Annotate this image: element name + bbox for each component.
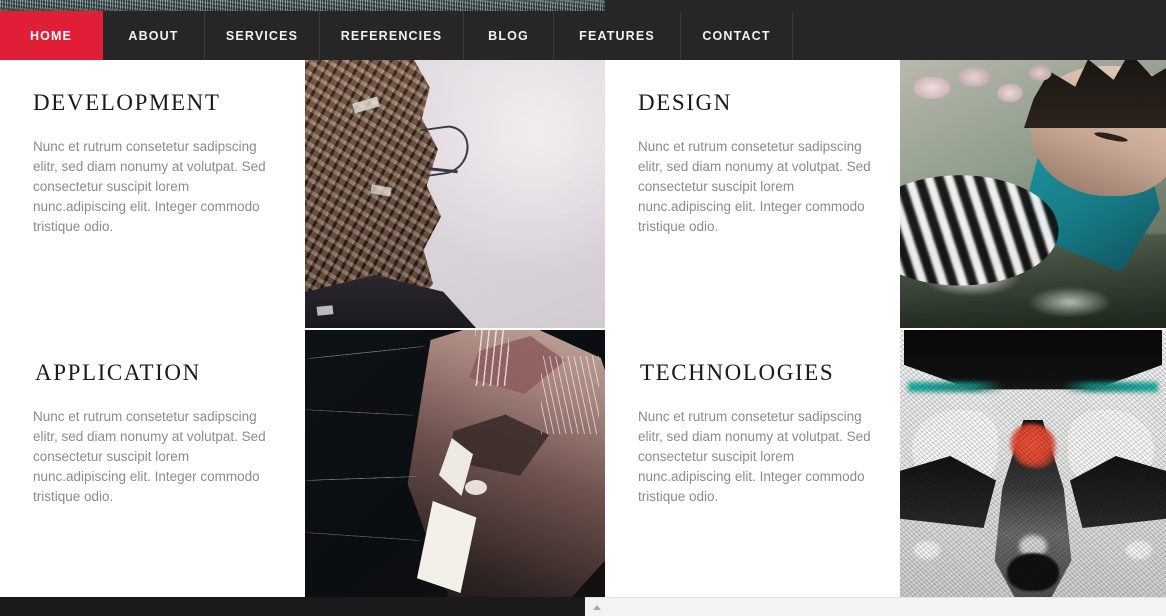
features-row-bottom: APPLICATION Nunc et rutrum consetetur sa… <box>0 330 1166 597</box>
photo-shape-sketch-line <box>307 345 425 360</box>
feature-image-design <box>900 60 1166 328</box>
photo-shape-glasses <box>419 123 473 177</box>
feature-image-development <box>305 60 605 328</box>
nav-label-home: HOME <box>29 28 73 43</box>
page-footer <box>0 597 585 616</box>
feature-title-design: DESIGN <box>638 90 732 115</box>
nav-item-referencies[interactable]: REFERENCIES <box>320 11 464 60</box>
feature-text-technologies: Nunc et rutrum consetetur sadipscing eli… <box>638 409 871 505</box>
feature-card-application: APPLICATION Nunc et rutrum consetetur sa… <box>0 330 305 597</box>
feature-text-development: Nunc et rutrum consetetur sadipscing eli… <box>33 139 266 235</box>
hero-image-sliver <box>0 0 605 11</box>
application-photo <box>305 330 605 597</box>
nav-label-features: FEATURES <box>579 28 655 43</box>
feature-text-application: Nunc et rutrum consetetur sadipscing eli… <box>33 409 266 505</box>
technologies-photo <box>900 330 1166 597</box>
photo-shape-blossoms <box>902 60 1052 122</box>
design-photo <box>900 60 1166 328</box>
photo-grain-overlay <box>900 330 1166 597</box>
nav-item-features[interactable]: FEATURES <box>554 11 681 60</box>
photo-shape-sketch-line <box>305 409 413 416</box>
feature-text-design: Nunc et rutrum consetetur sadipscing eli… <box>638 139 871 235</box>
nav-item-services[interactable]: SERVICES <box>205 11 320 60</box>
features-row-top: DEVELOPMENT Nunc et rutrum consetetur sa… <box>0 60 1166 328</box>
nav-label-contact: CONTACT <box>702 28 771 43</box>
feature-title-development: DEVELOPMENT <box>33 90 221 115</box>
horizontal-scrollbar[interactable] <box>585 597 1166 616</box>
feature-title-technologies: TECHNOLOGIES <box>640 360 835 385</box>
nav-label-services: SERVICES <box>225 28 299 43</box>
feature-image-technologies <box>900 330 1166 597</box>
feature-card-technologies: TECHNOLOGIES Nunc et rutrum consetetur s… <box>605 330 900 597</box>
page-root: HOME ABOUT SERVICES REFERENCIES BLOG FEA… <box>0 0 1166 616</box>
nav-empty-space <box>793 11 1166 60</box>
nav-item-contact[interactable]: CONTACT <box>681 11 793 60</box>
nav-item-home[interactable]: HOME <box>0 11 103 60</box>
nav-label-referencies: REFERENCIES <box>340 28 443 43</box>
nav-item-about[interactable]: ABOUT <box>103 11 205 60</box>
triangle-up-icon <box>593 605 601 610</box>
photo-shape-highlight <box>316 305 334 316</box>
photo-shape-sketch-line <box>305 476 417 481</box>
features-grid: DEVELOPMENT Nunc et rutrum consetetur sa… <box>0 60 1166 597</box>
feature-title-application: APPLICATION <box>35 360 201 385</box>
nav-label-about: ABOUT <box>128 28 179 43</box>
nav-label-blog: BLOG <box>488 28 529 43</box>
nav-item-blog[interactable]: BLOG <box>464 11 554 60</box>
photo-shape-sketch-line <box>305 531 421 542</box>
photo-shape-hatching <box>541 356 599 434</box>
main-navigation: HOME ABOUT SERVICES REFERENCIES BLOG FEA… <box>0 11 1166 60</box>
scroll-up-button[interactable] <box>585 598 609 616</box>
photo-shape-hatching <box>475 330 509 386</box>
feature-image-application <box>305 330 605 597</box>
development-photo <box>305 60 605 328</box>
photo-shape-nostril <box>465 480 487 495</box>
feature-card-design: DESIGN Nunc et rutrum consetetur sadipsc… <box>605 60 900 328</box>
hero-strip-filler <box>605 0 1166 11</box>
feature-card-development: DEVELOPMENT Nunc et rutrum consetetur sa… <box>0 60 305 328</box>
